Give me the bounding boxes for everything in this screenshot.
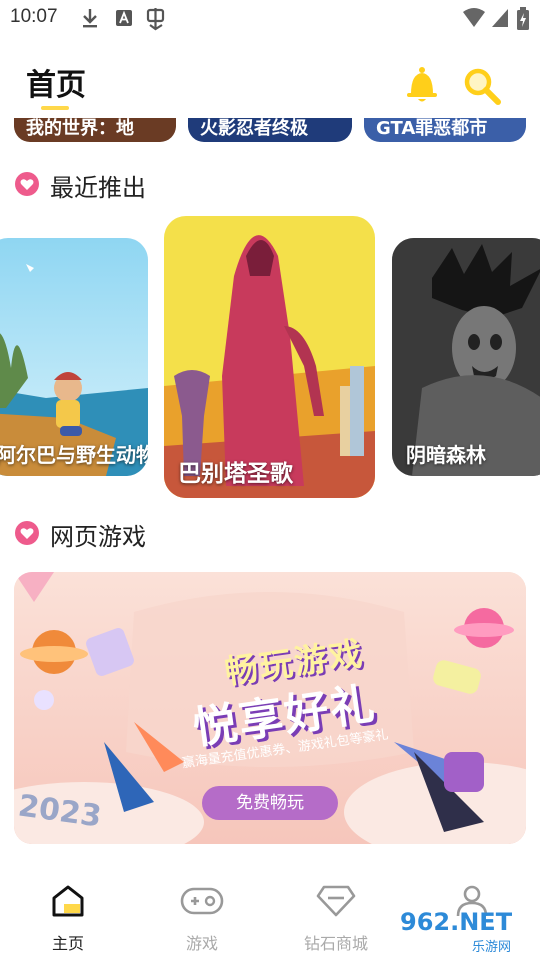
strip-card[interactable]: 我的世界：地 <box>14 118 176 142</box>
heart-icon <box>14 520 40 550</box>
page-title: 首页 <box>26 68 86 103</box>
wifi-icon <box>462 7 486 33</box>
game-card[interactable]: 阴暗森林 <box>392 238 540 476</box>
game-card-label: 巴别塔圣歌 <box>178 461 293 487</box>
status-bar: 10:07 <box>0 0 540 38</box>
nav-item-label: 主页 <box>51 934 84 953</box>
nav-item-label: 游戏 <box>185 934 218 953</box>
nav-item-games[interactable]: 游戏 <box>142 884 262 953</box>
section-title: 最近推出 <box>50 174 146 202</box>
strip-card[interactable]: 火影忍者终极 <box>188 118 352 142</box>
strip-card-label: 火影忍者终极 <box>200 118 308 139</box>
strip-card-label: GTA罪恶都市 <box>376 118 488 139</box>
signal-icon <box>490 7 510 33</box>
app-icon <box>144 7 168 35</box>
nav-item-diamond-store[interactable]: 钻石商城 <box>276 884 396 953</box>
search-icon[interactable] <box>462 66 502 110</box>
strip-card-label: 我的世界：地 <box>26 118 134 139</box>
watermark-subtext: 乐游网 <box>472 940 512 955</box>
game-card[interactable]: 阿尔巴与野生动物 <box>0 238 148 476</box>
heart-icon <box>14 171 40 201</box>
bell-icon[interactable] <box>404 66 440 108</box>
nav-item-home[interactable]: 主页 <box>8 884 128 953</box>
status-time: 10:07 <box>10 6 58 27</box>
nav-item-label: 钻石商城 <box>303 934 368 953</box>
gamepad-icon <box>180 884 224 922</box>
download-icon <box>80 7 100 33</box>
section-title: 网页游戏 <box>50 523 146 551</box>
app-header: 首页 <box>0 38 540 118</box>
watermark: 962.NET 乐游网 <box>398 906 534 955</box>
strip-card[interactable]: GTA罪恶都市 <box>364 118 526 142</box>
game-card-featured[interactable]: 巴别塔圣歌 <box>164 216 375 498</box>
title-underline <box>41 106 69 110</box>
game-card-label: 阿尔巴与野生动物 <box>0 443 148 467</box>
play-free-button[interactable]: 免费畅玩 <box>202 786 338 820</box>
battery-icon <box>516 7 530 35</box>
a-badge-icon <box>114 7 134 33</box>
home-icon <box>51 884 85 922</box>
diamond-icon <box>316 884 356 922</box>
game-card-label: 阴暗森林 <box>406 443 486 467</box>
watermark-text: 962.NET <box>400 908 513 936</box>
web-game-banner[interactable]: 畅玩游戏 悦享好礼 赢海量充值优惠券、游戏礼包等豪礼 2023 免费畅玩 <box>14 572 526 844</box>
